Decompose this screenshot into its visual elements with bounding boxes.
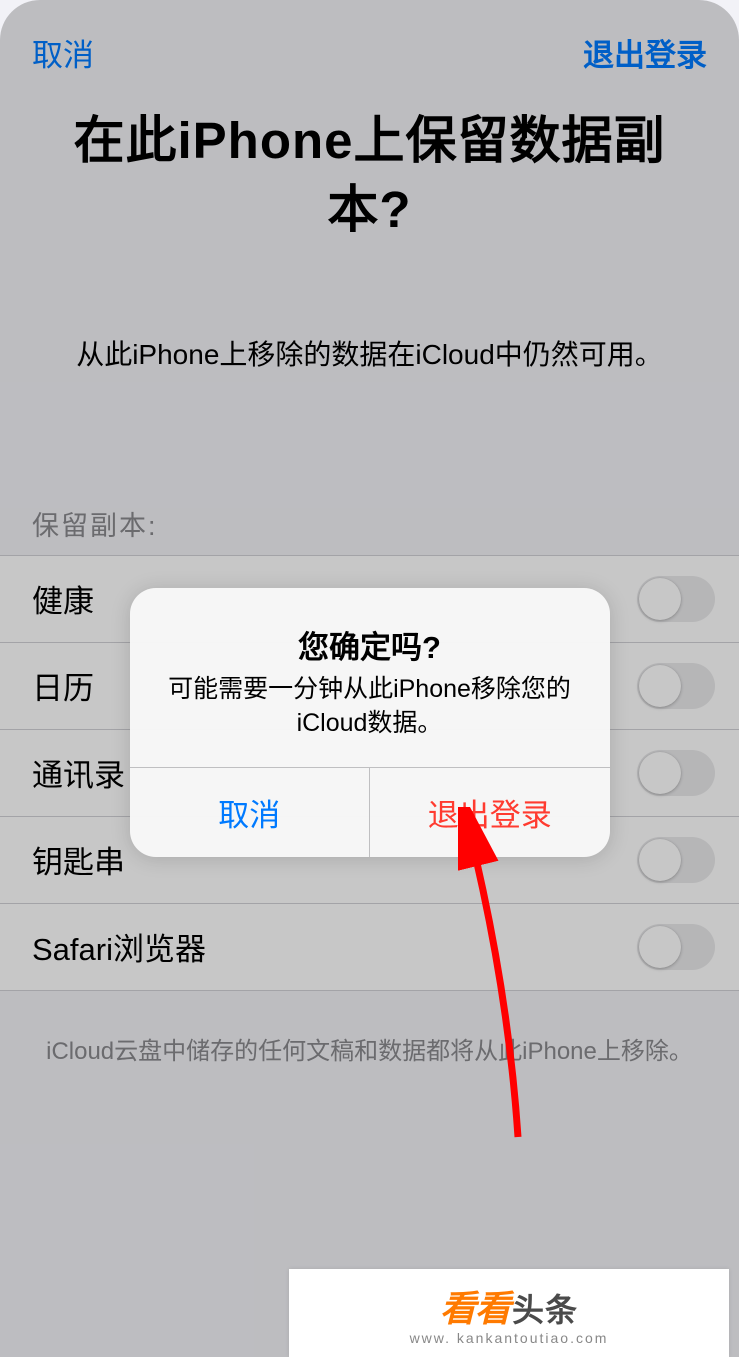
watermark: 看看 头条 www. kankantoutiao.com	[289, 1269, 729, 1357]
alert-cancel-button[interactable]: 取消	[130, 768, 370, 857]
alert-title: 您确定吗?	[158, 622, 582, 667]
watermark-brand2: 头条	[512, 1285, 578, 1331]
confirm-alert: 您确定吗? 可能需要一分钟从此iPhone移除您的iCloud数据。 取消 退出…	[130, 588, 610, 857]
alert-buttons: 取消 退出登录	[130, 767, 610, 857]
alert-body: 您确定吗? 可能需要一分钟从此iPhone移除您的iCloud数据。	[130, 588, 610, 767]
watermark-url: www. kankantoutiao.com	[410, 1330, 609, 1346]
alert-message: 可能需要一分钟从此iPhone移除您的iCloud数据。	[158, 673, 582, 741]
alert-signout-button[interactable]: 退出登录	[369, 768, 610, 857]
watermark-brand1: 看看	[440, 1280, 510, 1332]
